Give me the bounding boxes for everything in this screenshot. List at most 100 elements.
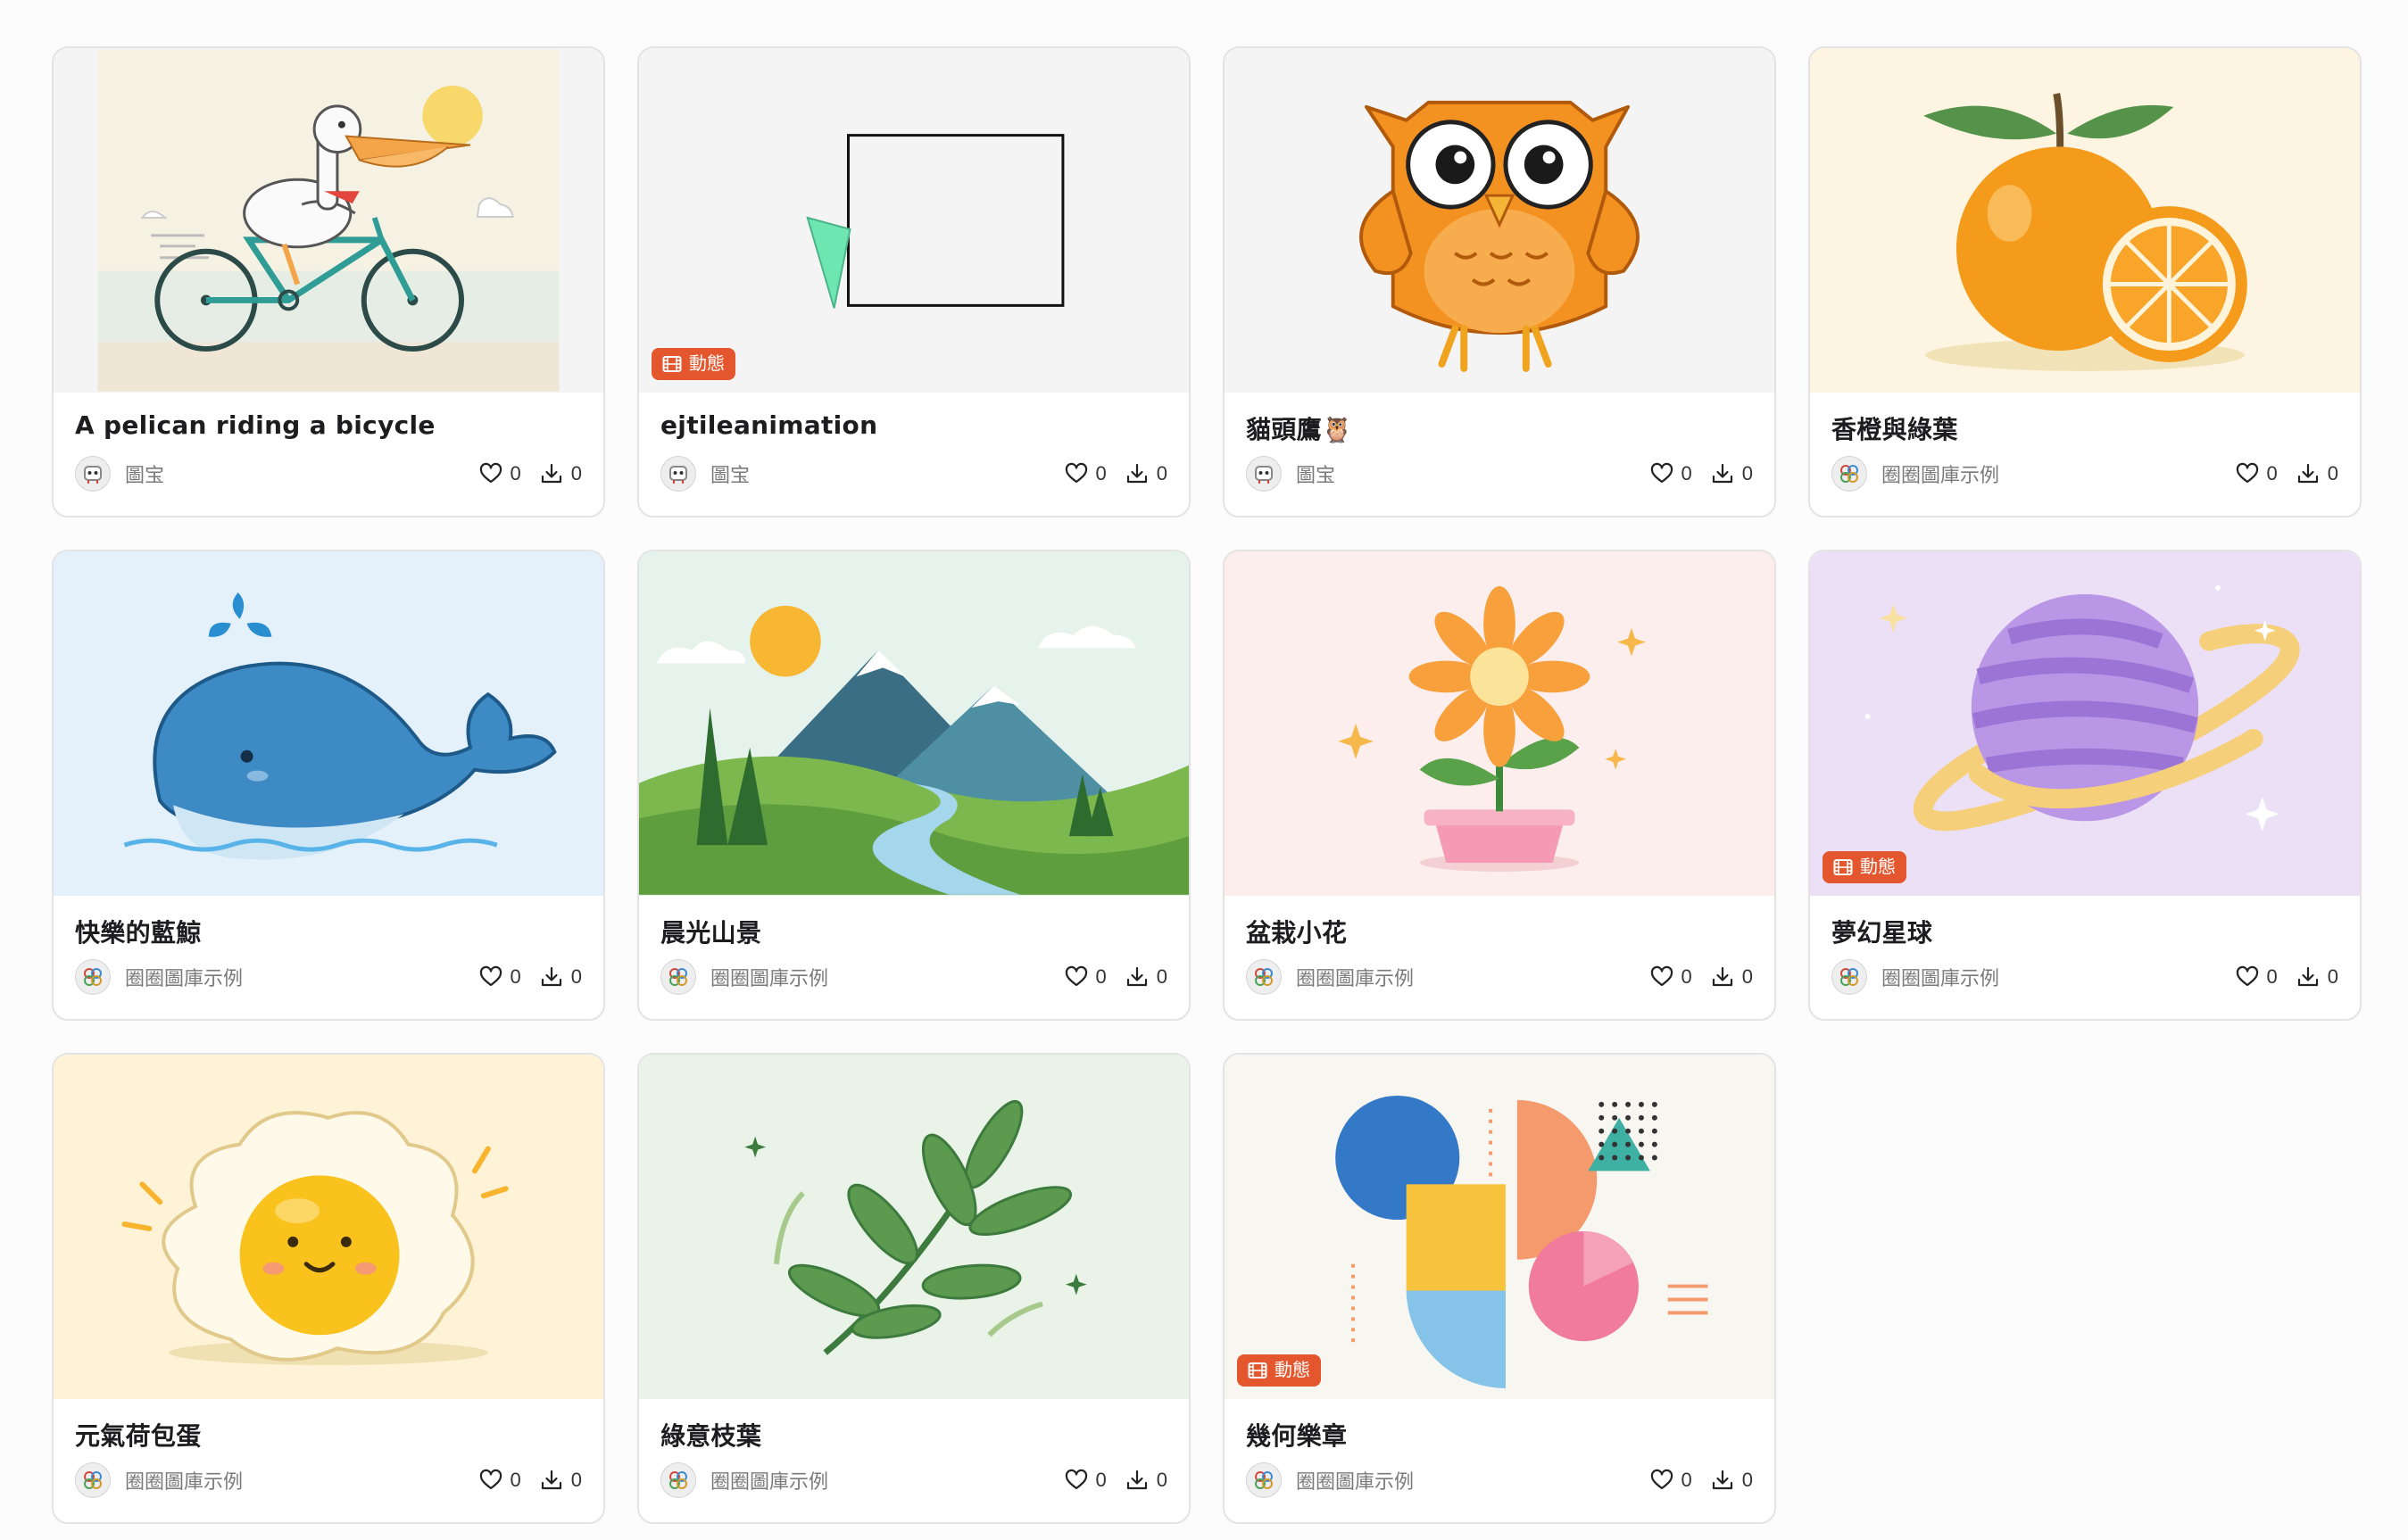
avatar[interactable] (75, 959, 111, 995)
author-name[interactable]: 圈圈圖庫示例 (125, 1466, 243, 1494)
download-button[interactable]: 0 (539, 1468, 582, 1493)
like-button[interactable]: 0 (1649, 461, 1692, 486)
like-button[interactable]: 0 (1064, 965, 1107, 989)
card-title[interactable]: 元氣荷包蛋 (75, 1417, 202, 1453)
like-button[interactable]: 0 (1064, 1468, 1107, 1493)
like-button[interactable]: 0 (478, 965, 521, 989)
card-stats: 0 0 (478, 1468, 582, 1493)
gallery-card[interactable]: 香橙與綠葉 圈圈圖庫示例 0 0 (1808, 46, 2362, 517)
card-thumbnail[interactable]: 動態 (1810, 551, 2360, 896)
gallery-card[interactable]: 元氣荷包蛋 圈圈圖庫示例 0 0 (52, 1053, 605, 1524)
author-name[interactable]: 圈圈圖庫示例 (710, 963, 828, 991)
flower-avatar-icon (1840, 968, 1858, 986)
like-count: 0 (2266, 462, 2278, 484)
flower-avatar-icon (84, 968, 102, 986)
download-button[interactable]: 0 (1710, 461, 1753, 486)
gallery-card[interactable]: 貓頭鷹🦉 圖宝 0 0 (1223, 46, 1776, 517)
card-title[interactable]: 晨光山景 (660, 914, 761, 949)
card-title[interactable]: 綠意枝葉 (660, 1417, 761, 1453)
author-name[interactable]: 圈圈圖庫示例 (710, 1466, 828, 1494)
author-name[interactable]: 圈圈圖庫示例 (125, 963, 243, 991)
like-button[interactable]: 0 (2235, 461, 2278, 486)
avatar[interactable] (660, 1462, 696, 1498)
like-button[interactable]: 0 (478, 1468, 521, 1493)
card-meta: 圈圈圖庫示例 0 0 (1831, 454, 2338, 493)
author-name[interactable]: 圖宝 (1296, 460, 1335, 488)
download-button[interactable]: 0 (1710, 965, 1753, 989)
avatar[interactable] (660, 959, 696, 995)
download-button[interactable]: 0 (1125, 965, 1167, 989)
card-stats: 0 0 (478, 461, 582, 486)
download-button[interactable]: 0 (2296, 461, 2338, 486)
card-stats: 0 0 (1064, 1468, 1167, 1493)
gallery-card[interactable]: 動態 夢幻星球 圈圈圖庫示例 0 0 (1808, 550, 2362, 1021)
avatar[interactable] (1246, 456, 1282, 492)
like-button[interactable]: 0 (1649, 1468, 1692, 1493)
gallery-card[interactable]: 動態 幾何樂章 圈圈圖庫示例 0 0 (1223, 1053, 1776, 1524)
avatar[interactable] (1246, 1462, 1282, 1498)
download-count: 0 (2327, 965, 2338, 988)
card-thumbnail[interactable]: 動態 (639, 48, 1189, 393)
author-name[interactable]: 圈圈圖庫示例 (1881, 963, 1999, 991)
card-thumbnail[interactable] (1810, 48, 2360, 393)
card-meta: 圈圈圖庫示例 0 0 (75, 957, 582, 997)
avatar[interactable] (75, 456, 111, 492)
author-name[interactable]: 圈圈圖庫示例 (1296, 963, 1414, 991)
card-title[interactable]: 夢幻星球 (1831, 914, 1932, 949)
author-name[interactable]: 圖宝 (710, 460, 750, 488)
avatar[interactable] (1831, 959, 1867, 995)
like-count: 0 (2266, 965, 2278, 988)
badge-label: 動態 (689, 354, 725, 374)
like-button[interactable]: 0 (1064, 461, 1107, 486)
card-title[interactable]: ejtileanimation (660, 410, 877, 440)
like-count: 0 (1681, 965, 1692, 988)
gallery-card[interactable]: 動態 ejtileanimation 圖宝 0 0 (637, 46, 1191, 517)
download-count: 0 (570, 965, 582, 988)
avatar[interactable] (75, 1462, 111, 1498)
author-name[interactable]: 圈圈圖庫示例 (1296, 1466, 1414, 1494)
flower-avatar-icon (84, 1471, 102, 1489)
card-thumbnail[interactable] (54, 1055, 603, 1399)
card-thumbnail[interactable] (54, 551, 603, 896)
gallery-card[interactable]: 盆栽小花 圈圈圖庫示例 0 0 (1223, 550, 1776, 1021)
card-title[interactable]: 幾何樂章 (1246, 1417, 1347, 1453)
author-name[interactable]: 圖宝 (125, 460, 164, 488)
download-button[interactable]: 0 (539, 461, 582, 486)
card-stats: 0 0 (1649, 965, 1753, 989)
download-button[interactable]: 0 (1125, 1468, 1167, 1493)
card-title[interactable]: 盆栽小花 (1246, 914, 1347, 949)
like-count: 0 (1095, 462, 1107, 484)
avatar[interactable] (1246, 959, 1282, 995)
gallery-card[interactable]: 快樂的藍鯨 圈圈圖庫示例 0 0 (52, 550, 605, 1021)
gallery-card[interactable]: 綠意枝葉 圈圈圖庫示例 0 0 (637, 1053, 1191, 1524)
download-button[interactable]: 0 (1710, 1468, 1753, 1493)
like-button[interactable]: 0 (478, 461, 521, 486)
card-thumbnail[interactable] (1225, 48, 1774, 393)
gallery-card[interactable]: 晨光山景 圈圈圖庫示例 0 0 (637, 550, 1191, 1021)
card-meta: 圖宝 0 0 (1246, 454, 1753, 493)
download-button[interactable]: 0 (2296, 965, 2338, 989)
card-thumbnail[interactable]: 動態 (1225, 1055, 1774, 1399)
card-meta: 圈圈圖庫示例 0 0 (75, 1461, 582, 1500)
card-title[interactable]: A pelican riding a bicycle (75, 410, 436, 440)
card-thumbnail[interactable] (639, 1055, 1189, 1399)
card-meta: 圈圈圖庫示例 0 0 (660, 957, 1167, 997)
like-button[interactable]: 0 (1649, 965, 1692, 989)
avatar[interactable] (660, 456, 696, 492)
download-button[interactable]: 0 (539, 965, 582, 989)
flower-avatar-icon (669, 1471, 687, 1489)
download-button[interactable]: 0 (1125, 461, 1167, 486)
gallery-card[interactable]: A pelican riding a bicycle 圖宝 0 0 (52, 46, 605, 517)
card-thumbnail[interactable] (1225, 551, 1774, 896)
card-title[interactable]: 香橙與綠葉 (1831, 410, 1958, 446)
card-meta: 圈圈圖庫示例 0 0 (1831, 957, 2338, 997)
card-thumbnail[interactable] (639, 551, 1189, 896)
badge-label: 動態 (1860, 857, 1896, 877)
film-icon (1833, 859, 1853, 875)
avatar[interactable] (1831, 456, 1867, 492)
author-name[interactable]: 圈圈圖庫示例 (1881, 460, 1999, 488)
like-button[interactable]: 0 (2235, 965, 2278, 989)
card-title[interactable]: 貓頭鷹🦉 (1246, 410, 1353, 446)
card-thumbnail[interactable] (54, 48, 603, 393)
card-title[interactable]: 快樂的藍鯨 (75, 914, 202, 949)
